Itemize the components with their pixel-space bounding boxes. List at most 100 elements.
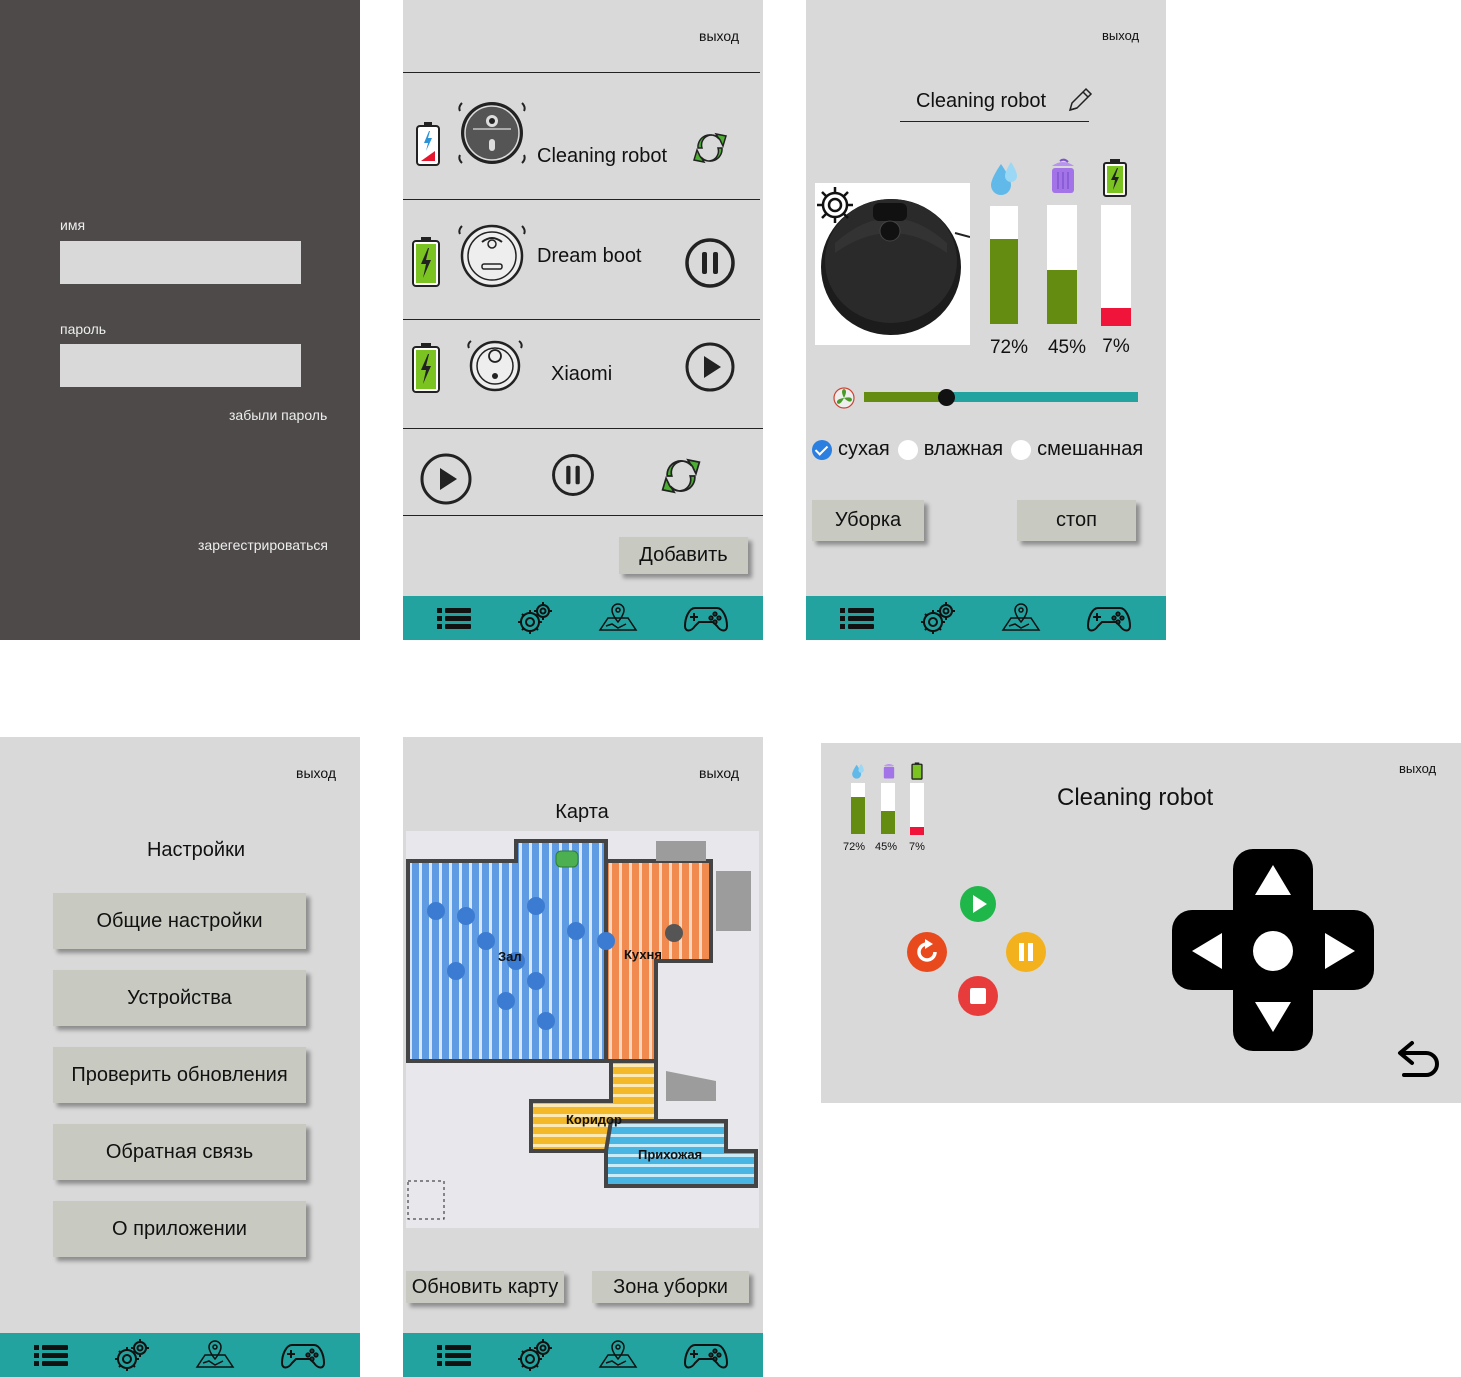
pause-button-icon[interactable] <box>1005 931 1047 973</box>
fan-icon <box>833 387 855 409</box>
gamepad-icon[interactable] <box>280 1337 326 1373</box>
center-button-icon[interactable] <box>1252 930 1294 972</box>
battery-level-value: 7% <box>909 841 925 853</box>
bin-level-bar <box>1047 205 1077 324</box>
device-name: Dream boot <box>537 245 642 267</box>
register-link[interactable]: зарегестрироваться <box>198 537 328 553</box>
exit-button[interactable]: выход <box>699 765 739 781</box>
room-label: Коридор <box>566 1112 622 1127</box>
robot-vacuum-icon <box>458 102 526 164</box>
mode-wet-radio[interactable] <box>897 439 918 460</box>
gear-icon[interactable] <box>515 1337 555 1373</box>
check-updates-button[interactable]: Проверить обновления <box>53 1047 306 1103</box>
battery-icon <box>911 762 923 780</box>
water-drop-icon <box>852 763 864 779</box>
bottom-nav <box>806 596 1166 640</box>
map-icon[interactable] <box>598 600 638 636</box>
bin-level-value: 45% <box>875 841 898 853</box>
room-label: Прихожая <box>638 1147 703 1162</box>
remote-bin-fill <box>881 811 895 834</box>
device-row[interactable]: Dream boot <box>403 200 763 319</box>
suction-slider-track[interactable] <box>864 389 1138 406</box>
map-icon[interactable] <box>598 1337 638 1373</box>
name-input[interactable] <box>60 241 301 284</box>
add-device-button[interactable]: Добавить <box>619 537 748 574</box>
arrow-left-icon[interactable] <box>1190 931 1224 971</box>
exit-button[interactable]: выход <box>699 28 739 44</box>
play-button-icon[interactable] <box>958 884 998 924</box>
water-level-bar <box>990 206 1018 324</box>
list-icon[interactable] <box>435 1337 475 1373</box>
play-all-icon[interactable] <box>420 453 472 505</box>
stop-button[interactable]: стоп <box>1017 500 1136 541</box>
mode-dry-radio[interactable] <box>812 439 832 460</box>
water-level-value: 72% <box>843 841 866 853</box>
restart-button-icon[interactable] <box>906 931 948 973</box>
forgot-password-link[interactable]: забыли пароль <box>229 407 327 423</box>
cleaning-zone-button[interactable]: Зона уборки <box>592 1271 749 1303</box>
stop-button-icon[interactable] <box>957 975 999 1017</box>
robot-name: Cleaning robot <box>916 90 1047 112</box>
mode-wet-label: влажная <box>923 438 1004 460</box>
settings-gear-icon[interactable] <box>811 183 859 227</box>
mode-dry-label: сухая <box>838 438 890 460</box>
exit-button[interactable]: выход <box>296 765 336 781</box>
device-row[interactable]: Xiaomi <box>403 320 763 428</box>
device-row[interactable]: Cleaning robot <box>403 73 763 199</box>
suction-slider-thumb[interactable] <box>938 389 956 406</box>
water-level-fill <box>990 239 1018 324</box>
battery-level-bar <box>1101 205 1131 326</box>
pause-all-icon[interactable] <box>551 453 595 497</box>
pause-icon[interactable] <box>684 237 736 289</box>
start-cleaning-button[interactable]: Уборка <box>812 500 924 541</box>
water-drop-icon <box>991 162 1017 195</box>
battery-level-fill <box>1101 307 1131 326</box>
password-label: пароль <box>60 321 107 337</box>
floor-map[interactable]: Зал Кухня Коридор Прихожая <box>406 831 759 1228</box>
bottom-nav <box>403 596 763 640</box>
gear-icon[interactable] <box>112 1337 152 1373</box>
device-name: Xiaomi <box>551 363 613 385</box>
edit-pencil-icon[interactable] <box>1066 86 1094 114</box>
gamepad-icon[interactable] <box>1086 600 1132 636</box>
play-icon[interactable] <box>684 341 736 393</box>
mode-mixed-radio[interactable] <box>1011 439 1032 460</box>
room-label: Зал <box>498 949 522 964</box>
map-icon[interactable] <box>1001 600 1041 636</box>
settings-screen: выход Настройки Общие настройки Устройст… <box>0 737 360 1377</box>
trash-bin-icon <box>1052 158 1074 193</box>
gamepad-icon[interactable] <box>683 600 729 636</box>
devices-screen: выход Cleaning robot Dream boot Xiaomi Д… <box>403 0 763 640</box>
gear-icon[interactable] <box>918 600 958 636</box>
arrow-down-icon[interactable] <box>1253 1000 1293 1034</box>
bin-level-bar <box>881 783 895 834</box>
room-label: Кухня <box>624 947 662 962</box>
robot-vacuum-icon <box>458 224 526 288</box>
about-button[interactable]: О приложении <box>53 1201 306 1257</box>
sync-all-icon[interactable] <box>658 453 704 499</box>
password-input[interactable] <box>60 344 301 387</box>
divider <box>403 428 763 429</box>
arrow-right-icon[interactable] <box>1323 931 1357 971</box>
robot-name: Cleaning robot <box>1057 784 1214 811</box>
arrow-up-icon[interactable] <box>1253 863 1293 897</box>
refresh-map-button[interactable]: Обновить карту <box>406 1271 564 1303</box>
bin-level-fill <box>1047 270 1077 324</box>
exit-button[interactable]: выход <box>1399 761 1436 776</box>
map-icon[interactable] <box>195 1337 235 1373</box>
device-name: Cleaning robot <box>537 145 668 167</box>
gamepad-icon[interactable] <box>683 1337 729 1373</box>
back-arrow-icon[interactable] <box>1396 1037 1444 1081</box>
floor-plan-image <box>406 839 758 1220</box>
sync-icon[interactable] <box>690 128 730 168</box>
feedback-button[interactable]: Обратная связь <box>53 1124 306 1180</box>
devices-button[interactable]: Устройства <box>53 970 306 1026</box>
list-icon[interactable] <box>32 1337 72 1373</box>
general-settings-button[interactable]: Общие настройки <box>53 893 306 949</box>
list-icon[interactable] <box>435 600 475 636</box>
list-icon[interactable] <box>838 600 878 636</box>
gear-icon[interactable] <box>515 600 555 636</box>
trash-bin-icon <box>883 763 895 779</box>
exit-button[interactable]: выход <box>1102 28 1139 43</box>
battery-full-icon <box>412 343 440 393</box>
